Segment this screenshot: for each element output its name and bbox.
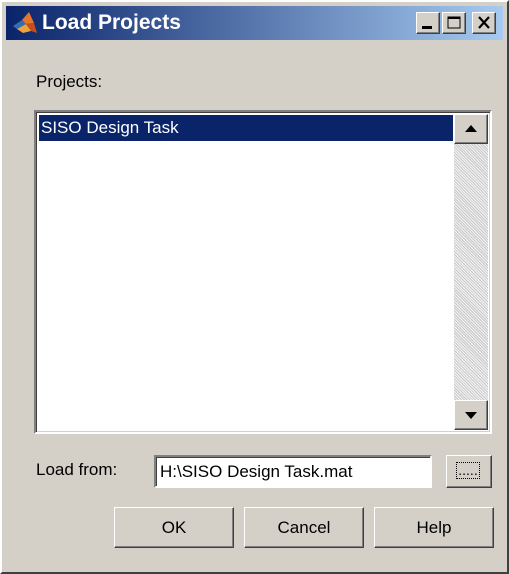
projects-list[interactable]: SISO Design Task (34, 110, 492, 434)
minimize-button[interactable] (416, 12, 440, 34)
help-button[interactable]: Help (374, 507, 494, 548)
matlab-logo-icon (12, 11, 38, 35)
browse-button[interactable]: ..... (446, 455, 492, 488)
load-from-label: Load from: (36, 460, 118, 479)
load-projects-dialog: Load Projects Projects: SISO Design Task… (0, 0, 509, 574)
maximize-button[interactable] (442, 12, 466, 34)
browse-focus-rect: ..... (456, 462, 480, 479)
ok-button[interactable]: OK (114, 507, 234, 548)
title-bar[interactable]: Load Projects (6, 6, 503, 40)
scroll-down-button[interactable] (454, 400, 488, 430)
browse-label: ..... (458, 462, 478, 478)
scroll-up-button[interactable] (454, 114, 488, 144)
cancel-button[interactable]: Cancel (244, 507, 364, 548)
list-item[interactable]: SISO Design Task (39, 115, 453, 141)
projects-label: Projects: (36, 72, 103, 91)
vertical-scrollbar[interactable] (454, 114, 488, 430)
load-from-path-input[interactable] (154, 455, 432, 488)
window-title: Load Projects (42, 11, 181, 34)
close-button[interactable] (472, 12, 496, 34)
